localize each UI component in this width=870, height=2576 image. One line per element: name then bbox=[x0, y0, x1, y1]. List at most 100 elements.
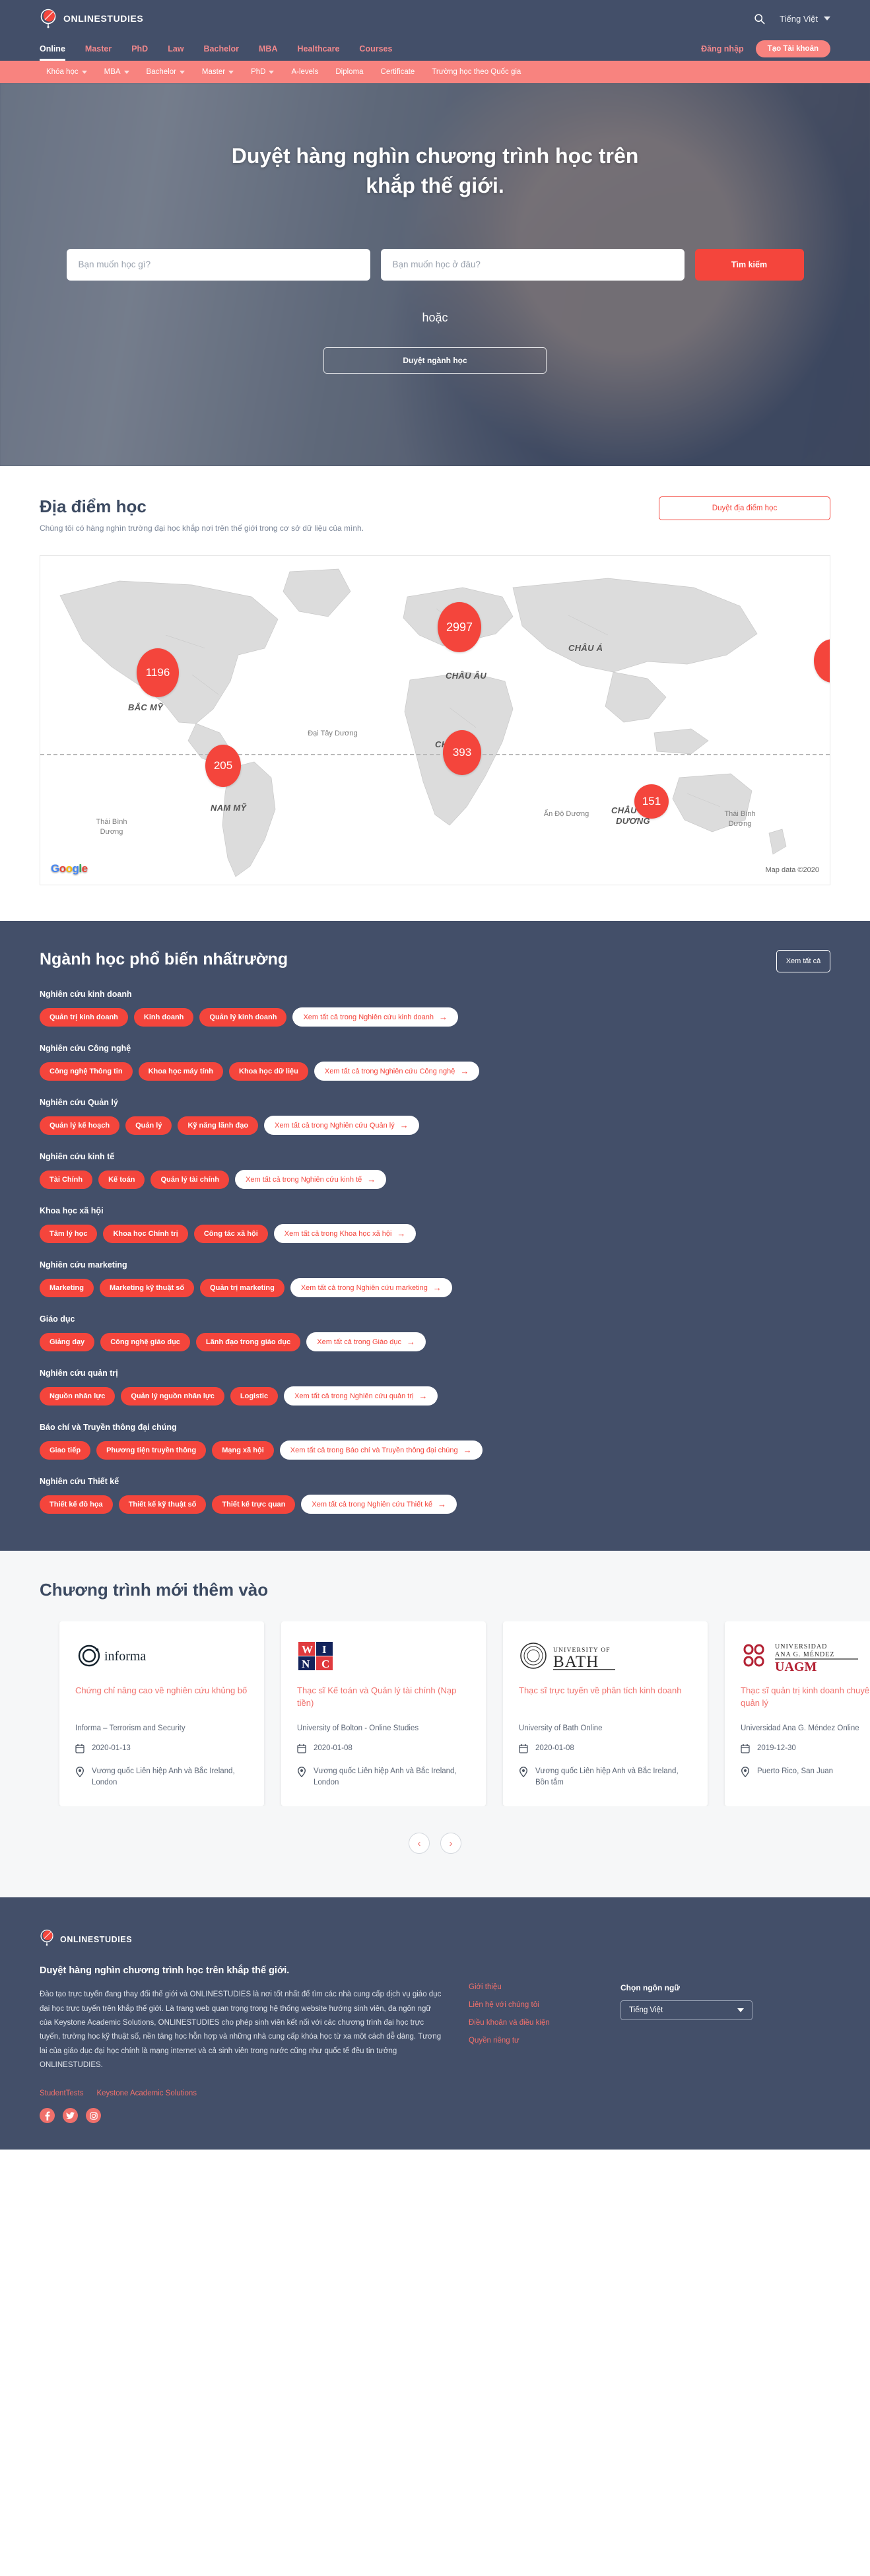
field-chip[interactable]: Marketing bbox=[40, 1278, 94, 1297]
field-groups: Nghiên cứu kinh doanh Quản trị kinh doanh… bbox=[40, 990, 830, 1514]
footer-link[interactable]: Quyền riêng tư bbox=[469, 2037, 594, 2045]
field-chip[interactable]: Khoa học dữ liệu bbox=[229, 1062, 308, 1081]
signup-button[interactable]: Tạo Tài khoản bbox=[755, 40, 830, 57]
subnav-item-master[interactable]: Master bbox=[202, 68, 234, 76]
program-card[interactable]: informa Chứng chỉ nâng cao về nghiên cứu… bbox=[59, 1621, 264, 1807]
subnav-item-khóa-học[interactable]: Khóa học bbox=[46, 68, 87, 76]
login-link[interactable]: Đăng nhập bbox=[701, 37, 744, 61]
map-pin-icon bbox=[741, 1767, 750, 1780]
footer-link[interactable]: Điều khoản và điều kiện bbox=[469, 2019, 594, 2027]
program-card[interactable]: UNIVERSITY OF BATH Thạc sĩ trực tuyến về… bbox=[503, 1621, 708, 1807]
field-chip[interactable]: Khoa học Chính trị bbox=[103, 1224, 188, 1243]
field-view-all-chip[interactable]: Xem tất cả trong Nghiên cứu quản trị → bbox=[284, 1386, 438, 1406]
subnav-item-mba[interactable]: MBA bbox=[104, 68, 129, 76]
chevron-left-icon[interactable]: ‹ bbox=[409, 1833, 430, 1854]
program-location: Puerto Rico, San Juan bbox=[757, 1767, 834, 1776]
program-title[interactable]: Thạc sĩ Kế toán và Quản lý tài chính (Nạ… bbox=[297, 1685, 470, 1710]
program-title[interactable]: Thạc sĩ trực tuyến về phân tích kinh doa… bbox=[519, 1685, 692, 1710]
search-where-input[interactable] bbox=[380, 248, 685, 281]
program-card[interactable]: UNIVERSIDAD ANA G. MÉNDEZ UAGM Thạc sĩ q… bbox=[725, 1621, 870, 1807]
field-chip[interactable]: Marketing kỹ thuật số bbox=[99, 1278, 195, 1297]
subnav-item-trường-học-theo-quốc-gia[interactable]: Trường học theo Quốc gia bbox=[432, 68, 521, 76]
nav-item-master[interactable]: Master bbox=[85, 37, 112, 61]
subnav-item-a-levels[interactable]: A-levels bbox=[291, 68, 318, 76]
brand-logo[interactable]: ONLINESTUDIES bbox=[40, 9, 143, 28]
nav-item-online[interactable]: Online bbox=[40, 37, 65, 61]
field-chip[interactable]: Quản lý kế hoạch bbox=[40, 1116, 120, 1135]
subnav-item-diploma[interactable]: Diploma bbox=[335, 68, 363, 76]
footer-partner-link[interactable]: Keystone Academic Solutions bbox=[96, 2089, 197, 2097]
browse-locations-button[interactable]: Duyệt địa điểm học bbox=[659, 496, 830, 520]
map-marker-africa[interactable]: 393 bbox=[443, 730, 481, 775]
field-chip[interactable]: Công tác xã hội bbox=[193, 1224, 268, 1243]
nav-item-mba[interactable]: MBA bbox=[259, 37, 277, 61]
field-chip[interactable]: Quản trị kinh doanh bbox=[40, 1007, 128, 1027]
map-marker-oceania[interactable]: 151 bbox=[634, 784, 669, 819]
browse-disciplines-button[interactable]: Duyệt ngành học bbox=[323, 347, 547, 374]
footer-language-select[interactable]: Tiếng Việt bbox=[620, 2000, 753, 2021]
footer-link[interactable]: Giới thiệu bbox=[469, 1983, 594, 1991]
field-chip[interactable]: Quản trị marketing bbox=[200, 1278, 284, 1297]
field-chip[interactable]: Quản lý nguồn nhân lực bbox=[121, 1386, 224, 1406]
search-submit-button[interactable]: Tìm kiếm bbox=[694, 248, 804, 281]
nav-item-law[interactable]: Law bbox=[168, 37, 184, 61]
ocean-label-indian: Ấn Độ Dương bbox=[543, 810, 589, 818]
nav-item-bachelor[interactable]: Bachelor bbox=[204, 37, 240, 61]
field-chip[interactable]: Tâm lý học bbox=[40, 1224, 98, 1243]
language-selector[interactable]: Tiếng Việt bbox=[780, 14, 830, 24]
nav-item-courses[interactable]: Courses bbox=[359, 37, 392, 61]
chevron-right-icon[interactable]: › bbox=[440, 1833, 461, 1854]
program-card[interactable]: W I N C Thạc sĩ Kế toán và Quản lý tài c… bbox=[281, 1621, 486, 1807]
footer-brand[interactable]: ONLINESTUDIES bbox=[40, 1929, 442, 1949]
field-chip[interactable]: Kỹ năng lãnh đạo bbox=[178, 1116, 259, 1135]
field-chip[interactable]: Giảng dạy bbox=[40, 1332, 95, 1351]
subnav-item-phd[interactable]: PhD bbox=[251, 68, 275, 76]
field-chip[interactable]: Thiết kế kỹ thuật số bbox=[118, 1495, 207, 1514]
field-view-all-chip[interactable]: Xem tất cả trong Nghiên cứu kinh doanh → bbox=[292, 1007, 458, 1027]
field-view-all-chip[interactable]: Xem tất cả trong Nghiên cứu Quản lý → bbox=[264, 1116, 419, 1135]
footer-link[interactable]: Liên hệ với chúng tôi bbox=[469, 2001, 594, 2009]
field-chip[interactable]: Kinh doanh bbox=[133, 1007, 194, 1027]
field-chip[interactable]: Thiết kế đồ họa bbox=[40, 1495, 113, 1514]
nav-item-phd[interactable]: PhD bbox=[131, 37, 148, 61]
field-chip[interactable]: Mạng xã hội bbox=[212, 1441, 274, 1460]
field-view-all-chip[interactable]: Xem tất cả trong Giáo dục → bbox=[306, 1332, 426, 1351]
program-title[interactable]: Chứng chỉ nâng cao về nghiên cứu khủng b… bbox=[75, 1685, 248, 1710]
facebook-icon[interactable] bbox=[40, 2108, 55, 2124]
field-chip[interactable]: Khoa học máy tính bbox=[138, 1062, 223, 1081]
field-view-all-chip[interactable]: Xem tất cả trong Báo chí và Truyền thông… bbox=[279, 1441, 483, 1460]
fields-view-all-button[interactable]: Xem tất cả bbox=[776, 950, 830, 972]
search-icon[interactable] bbox=[754, 13, 765, 24]
world-map[interactable]: BẮC MỸ NAM MỸ CHÂU ÂU CHÂU Á CHÂU PHI CH… bbox=[40, 555, 830, 885]
instagram-icon[interactable] bbox=[86, 2108, 101, 2124]
field-chip[interactable]: Quản lý kinh doanh bbox=[199, 1007, 287, 1027]
field-chip[interactable]: Kế toán bbox=[98, 1170, 145, 1189]
field-chip[interactable]: Công nghệ Thông tin bbox=[40, 1062, 133, 1081]
field-view-all-chip[interactable]: Xem tất cả trong Nghiên cứu Thiết kế → bbox=[301, 1495, 457, 1514]
nav-item-healthcare[interactable]: Healthcare bbox=[297, 37, 339, 61]
map-marker-north-america[interactable]: 1196 bbox=[137, 648, 179, 697]
subnav-item-certificate[interactable]: Certificate bbox=[381, 68, 415, 76]
footer-partner-link[interactable]: StudentTests bbox=[40, 2089, 83, 2097]
field-chip[interactable]: Nguồn nhân lực bbox=[40, 1386, 116, 1406]
program-title[interactable]: Thạc sĩ quản trị kinh doanh chuyên ngành… bbox=[741, 1685, 870, 1710]
field-chip[interactable]: Logistic bbox=[230, 1386, 279, 1406]
search-what-input[interactable] bbox=[66, 248, 370, 281]
field-chip[interactable]: Tài Chính bbox=[40, 1170, 93, 1189]
svg-text:N: N bbox=[302, 1658, 310, 1670]
field-view-all-chip[interactable]: Xem tất cả trong Nghiên cứu Công nghệ → bbox=[314, 1062, 480, 1081]
field-view-all-chip[interactable]: Xem tất cả trong Nghiên cứu kinh tế → bbox=[235, 1170, 387, 1189]
twitter-icon[interactable] bbox=[63, 2108, 78, 2124]
map-marker-south-america[interactable]: 205 bbox=[205, 745, 241, 787]
field-view-all-chip[interactable]: Xem tất cả trong Nghiên cứu marketing → bbox=[290, 1278, 452, 1297]
field-chip[interactable]: Thiết kế trực quan bbox=[212, 1495, 296, 1514]
subnav-item-bachelor[interactable]: Bachelor bbox=[147, 68, 185, 76]
field-chip[interactable]: Phương tiện truyền thông bbox=[96, 1441, 207, 1460]
map-marker-europe[interactable]: 2997 bbox=[438, 602, 481, 652]
field-chip[interactable]: Công nghệ giáo dục bbox=[100, 1332, 190, 1351]
field-chip[interactable]: Giao tiếp bbox=[40, 1441, 91, 1460]
field-view-all-chip[interactable]: Xem tất cả trong Khoa học xã hội → bbox=[273, 1224, 417, 1243]
field-chip[interactable]: Lãnh đạo trong giáo dục bbox=[195, 1332, 301, 1351]
field-chip[interactable]: Quản lý tài chính bbox=[151, 1170, 230, 1189]
field-chip[interactable]: Quản lý bbox=[125, 1116, 172, 1135]
